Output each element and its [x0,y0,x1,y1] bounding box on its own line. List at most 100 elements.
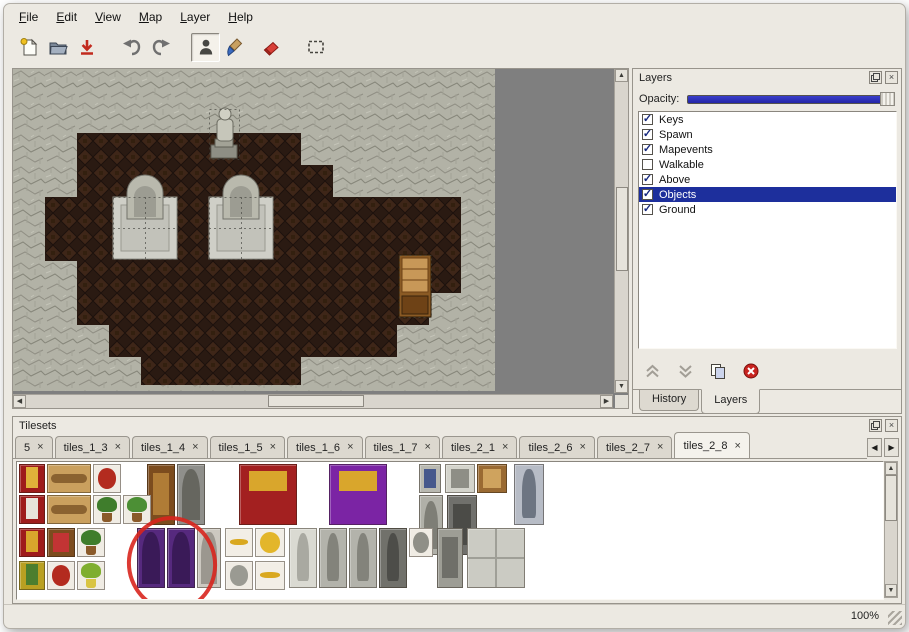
tile-chest-pale[interactable] [445,464,475,493]
float-panel-icon[interactable] [869,419,882,432]
tile-gargoyle-2[interactable] [349,528,377,588]
close-panel-icon[interactable]: × [885,71,898,84]
scroll-down-arrow[interactable]: ▼ [615,380,628,393]
tile-treasure-gold[interactable] [255,528,285,557]
tile-banner-red-1[interactable] [19,464,45,493]
undo-button[interactable] [117,33,146,62]
map-vertical-scrollbar[interactable]: ▲ ▼ [614,69,628,393]
tile-loom-1[interactable] [47,464,91,493]
resize-grip[interactable] [888,611,902,625]
tile-plant-2[interactable] [123,495,151,524]
raise-layer-button[interactable] [641,361,663,381]
layer-row-objects[interactable]: ✓Objects [639,187,896,202]
tileset-tab-tiles_2_7[interactable]: tiles_2_7× [597,436,672,458]
tile-gargoyle-dark[interactable] [379,528,407,588]
tab-close-icon[interactable]: × [657,442,663,453]
tileset-tab-tiles_1_3[interactable]: tiles_1_3× [55,436,130,458]
stamp-tool-button[interactable] [191,33,220,62]
scroll-up-arrow[interactable]: ▲ [885,462,897,475]
map-viewport[interactable]: ◀ ▶ ▲ ▼ [12,68,629,409]
scroll-right-arrow[interactable]: ▶ [600,395,613,408]
float-panel-icon[interactable] [869,71,882,84]
tab-scroll-left-icon[interactable]: ◀ [867,438,882,457]
tileset-vertical-scrollbar[interactable]: ▲ ▼ [884,461,898,598]
layer-row-spawn[interactable]: ✓Spawn [639,127,896,142]
tile-picture-frame[interactable] [419,464,441,493]
layer-visibility-checkbox[interactable] [642,159,653,170]
tile-key-gold[interactable] [225,528,253,557]
tile-banner-yellow[interactable] [19,561,45,590]
layer-visibility-checkbox[interactable]: ✓ [642,204,653,215]
menu-item-view[interactable]: View [86,7,130,27]
opacity-slider-handle[interactable] [880,92,895,106]
tileset-tab-tiles_2_8[interactable]: tiles_2_8× [674,432,749,458]
layer-row-walkable[interactable]: Walkable [639,157,896,172]
tab-close-icon[interactable]: × [502,442,508,453]
brush-tool-button[interactable] [220,33,249,62]
tile-pot-red-2[interactable] [47,561,75,590]
tile-armor-knight[interactable] [514,464,544,525]
menu-item-help[interactable]: Help [219,7,262,27]
tileset-tab-tiles_1_5[interactable]: tiles_1_5× [210,436,285,458]
tile-statue-angel[interactable] [289,528,317,588]
opacity-slider[interactable] [687,95,895,104]
layer-visibility-checkbox[interactable]: ✓ [642,129,653,140]
scroll-down-arrow[interactable]: ▼ [885,584,897,597]
select-tool-button[interactable] [301,33,330,62]
tile-gargoyle-1[interactable] [319,528,347,588]
tileset-tab-tiles_1_6[interactable]: tiles_1_6× [287,436,362,458]
layer-visibility-checkbox[interactable]: ✓ [642,174,653,185]
tab-close-icon[interactable]: × [270,442,276,453]
tileset-scroll-thumb[interactable] [885,475,897,521]
layer-visibility-checkbox[interactable]: ✓ [642,144,653,155]
tab-close-icon[interactable]: × [192,442,198,453]
map-canvas[interactable] [13,69,613,393]
tileset-tab-tiles_2_1[interactable]: tiles_2_1× [442,436,517,458]
tab-layers[interactable]: Layers [701,389,760,414]
map-v-scroll-thumb[interactable] [616,187,628,271]
menu-item-edit[interactable]: Edit [47,7,86,27]
tile-rock-gray[interactable] [225,561,253,590]
layer-row-ground[interactable]: ✓Ground [639,202,896,217]
eraser-tool-button[interactable] [256,33,285,62]
tile-plant-3[interactable] [77,528,105,557]
save-button[interactable] [72,33,101,62]
tileset-tab-5[interactable]: 5× [15,436,53,458]
tab-close-icon[interactable]: × [37,442,43,453]
tileset-content[interactable] [16,461,884,600]
layer-row-mapevents[interactable]: ✓Mapevents [639,142,896,157]
tile-loom-2[interactable] [47,495,91,524]
new-file-button[interactable] [14,33,43,62]
layer-row-keys[interactable]: ✓Keys [639,112,896,127]
tab-scroll-right-icon[interactable]: ▶ [884,438,899,457]
layer-visibility-checkbox[interactable]: ✓ [642,114,653,125]
tile-pillar-tomb[interactable] [437,528,463,588]
lower-layer-button[interactable] [674,361,696,381]
tileset-tab-tiles_1_7[interactable]: tiles_1_7× [365,436,440,458]
redo-button[interactable] [146,33,175,62]
tile-urn-gray[interactable] [409,528,433,557]
scroll-left-arrow[interactable]: ◀ [13,395,26,408]
open-button[interactable] [43,33,72,62]
layer-row-above[interactable]: ✓Above [639,172,896,187]
tile-gate-gray[interactable] [177,464,205,525]
delete-layer-button[interactable] [740,361,762,381]
layers-list[interactable]: ✓Keys✓Spawn✓MapeventsWalkable✓Above✓Obje… [638,111,897,349]
tab-close-icon[interactable]: × [580,442,586,453]
tab-close-icon[interactable]: × [115,442,121,453]
tile-shelf-wood[interactable] [477,464,507,493]
tile-bookshelf-small[interactable] [47,528,75,557]
tileset-tab-tiles_2_6[interactable]: tiles_2_6× [519,436,594,458]
map-horizontal-scrollbar[interactable]: ◀ ▶ [13,394,613,408]
menu-item-layer[interactable]: Layer [171,7,219,27]
tile-pot-red-1[interactable] [93,464,121,493]
scroll-up-arrow[interactable]: ▲ [615,69,628,82]
tile-banner-shield[interactable] [19,528,45,557]
tile-horn-gold[interactable] [255,561,285,590]
tile-banner-red-2[interactable] [19,495,45,524]
duplicate-layer-button[interactable] [707,361,729,381]
tab-close-icon[interactable]: × [734,441,740,452]
map-h-scroll-thumb[interactable] [268,395,364,407]
tab-close-icon[interactable]: × [347,442,353,453]
tileset-tab-tiles_1_4[interactable]: tiles_1_4× [132,436,207,458]
